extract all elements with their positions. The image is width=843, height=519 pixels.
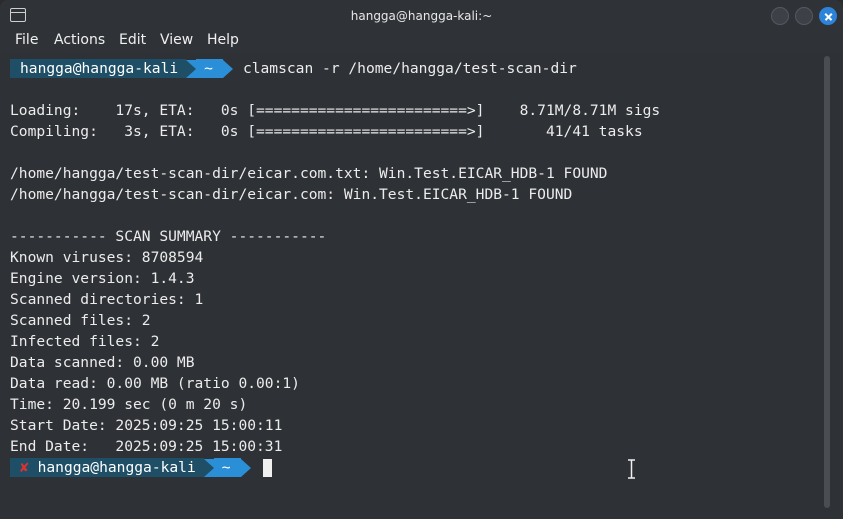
output-line: Data read: 0.00 MB (ratio 0.00:1) — [10, 375, 300, 392]
prompt-user-host: hangga@hangga-kali — [37, 459, 196, 476]
maximize-button[interactable] — [795, 7, 813, 25]
output-line: Loading: 17s, ETA: 0s [=================… — [10, 102, 661, 119]
prompt-user-host: hangga@hangga-kali — [10, 59, 187, 78]
output-line: Known viruses: 8708594 — [10, 249, 204, 266]
vertical-scrollbar[interactable] — [824, 56, 830, 508]
output-line: Compiling: 3s, ETA: 0s [================… — [10, 123, 643, 140]
window-title: hangga@hangga-kali:~ — [350, 9, 493, 23]
menu-bar: File Actions Edit View Help — [0, 32, 843, 52]
prompt-arrow-icon — [240, 458, 251, 477]
prompt-directory: ~ — [213, 458, 241, 477]
menu-file[interactable]: File — [15, 32, 38, 48]
output-line: Data scanned: 0.00 MB — [10, 354, 195, 371]
output-line: ----------- SCAN SUMMARY ----------- — [10, 228, 327, 245]
output-line: /home/hangga/test-scan-dir/eicar.com: Wi… — [10, 186, 573, 203]
text-cursor — [262, 458, 272, 477]
title-bar[interactable]: hangga@hangga-kali:~ — [0, 0, 843, 32]
output-line: End Date: 2025:09:25 15:00:31 — [10, 438, 283, 455]
output-line: Start Date: 2025:09:25 15:00:11 — [10, 417, 283, 434]
menu-help[interactable]: Help — [207, 32, 239, 48]
output-line: Scanned files: 2 — [10, 312, 151, 329]
minimize-button[interactable] — [771, 7, 789, 25]
menu-actions[interactable]: Actions — [54, 32, 105, 48]
menu-view[interactable]: View — [160, 32, 193, 48]
terminal-output-area[interactable]: hangga@hangga-kali ~ clamscan -r /home/h… — [0, 52, 843, 519]
close-button[interactable] — [819, 7, 837, 25]
entered-command: clamscan -r /home/hangga/test-scan-dir — [242, 60, 577, 77]
output-line: Infected files: 2 — [10, 333, 160, 350]
terminal-window: hangga@hangga-kali:~ File Actions Edit V… — [0, 0, 843, 519]
prompt-user-host-segment: ✘ hangga@hangga-kali — [10, 458, 204, 477]
output-line: Engine version: 1.4.3 — [10, 270, 195, 287]
output-line: Scanned directories: 1 — [10, 291, 204, 308]
prompt-separator-icon — [203, 458, 214, 477]
output-line: Time: 20.199 sec (0 m 20 s) — [10, 396, 248, 413]
menu-edit[interactable]: Edit — [119, 32, 146, 48]
command-prompt: hangga@hangga-kali ~ clamscan -r /home/h… — [10, 58, 577, 79]
prompt-arrow-icon — [222, 59, 233, 78]
error-status-icon: ✘ — [20, 459, 29, 476]
prompt-directory: ~ — [196, 59, 223, 78]
ibeam-cursor-icon — [628, 459, 635, 479]
prompt-separator-icon — [186, 59, 197, 78]
output-line: /home/hangga/test-scan-dir/eicar.com.txt… — [10, 165, 608, 182]
current-prompt: ✘ hangga@hangga-kali ~ — [10, 457, 272, 478]
